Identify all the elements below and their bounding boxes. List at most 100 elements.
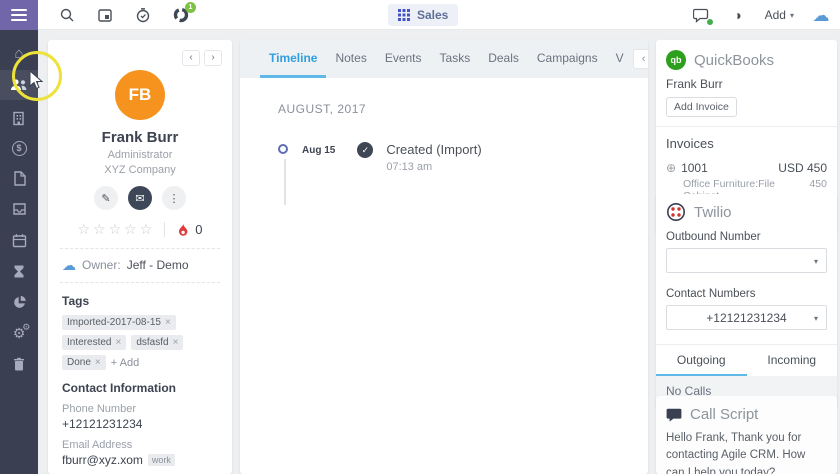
owner-name[interactable]: Jeff - Demo — [127, 258, 189, 272]
email-label: Email Address — [62, 439, 133, 451]
tab-truncated[interactable]: V — [607, 40, 633, 78]
edit-button[interactable]: ✎ — [94, 186, 118, 210]
contacts-icon — [11, 79, 27, 90]
trash-icon — [14, 357, 24, 371]
tab-notes[interactable]: Notes — [326, 40, 375, 78]
star-icon[interactable]: ☆ — [93, 221, 106, 238]
divider — [164, 222, 166, 237]
topbar-right-group: ◑ Add ▾ ☁ — [693, 0, 830, 30]
contact-actions: ✎ ✉ ⋮ — [48, 186, 232, 210]
timeline-entry-time: 07:13 am — [386, 161, 433, 173]
outbound-number-label: Outbound Number — [666, 231, 761, 243]
grid-icon — [398, 9, 410, 21]
contact-score: 0 — [195, 222, 203, 237]
pie-chart-icon — [13, 295, 26, 308]
timeline-connector — [284, 159, 286, 205]
reports-notification-icon[interactable]: 1 — [172, 2, 196, 24]
sidebar-item-trash[interactable] — [0, 349, 38, 379]
add-invoice-button[interactable]: Add Invoice — [666, 97, 737, 117]
tab-events[interactable]: Events — [376, 40, 431, 78]
add-tag-button[interactable]: + Add — [111, 357, 139, 369]
sidebar-item-reports[interactable] — [0, 287, 38, 317]
expand-invoice-icon[interactable]: ⊕ — [666, 161, 676, 175]
star-icon[interactable]: ☆ — [77, 221, 90, 238]
owner-cloud-icon: ☁ — [62, 257, 76, 273]
calls-tabbar: Outgoing Incoming — [656, 344, 837, 376]
more-options-button[interactable]: ⋮ — [162, 186, 186, 210]
owner-label: Owner: — [82, 258, 121, 272]
sidebar-item-home[interactable]: ⌂ — [0, 38, 38, 68]
avatar: FB — [115, 70, 165, 120]
call-script-widget: Call Script Hello Frank, Thank you for c… — [656, 396, 837, 474]
invoice-number: 1001 — [681, 161, 708, 175]
hourglass-icon — [14, 265, 24, 277]
online-status-dot — [706, 19, 713, 25]
contrast-icon[interactable]: ◑ — [729, 6, 747, 24]
sidebar-item-deals[interactable]: $ — [0, 133, 38, 163]
tab-campaigns[interactable]: Campaigns — [528, 40, 607, 78]
chat-icon[interactable] — [693, 6, 713, 25]
add-dropdown[interactable]: Add ▾ — [765, 8, 794, 22]
contact-name: Frank Burr — [101, 129, 179, 146]
sidebar-item-calendar[interactable] — [0, 225, 38, 255]
notification-badge: 1 — [185, 2, 196, 13]
contact-info-title: Contact Information — [62, 381, 176, 395]
tag: Done × — [62, 355, 106, 370]
star-icon[interactable]: ☆ — [124, 221, 137, 238]
speech-bubble-icon — [666, 408, 682, 422]
star-icon[interactable]: ☆ — [140, 221, 153, 238]
contact-role: Administrator — [107, 149, 173, 161]
sidebar-item-activities[interactable] — [0, 256, 38, 286]
gear-icon: ⚙ ⚙ — [12, 322, 31, 341]
tag-remove-icon[interactable]: × — [115, 337, 121, 348]
tab-tasks[interactable]: Tasks — [431, 40, 480, 78]
next-contact-button[interactable]: › — [204, 50, 222, 66]
timer-icon[interactable] — [134, 6, 152, 24]
prev-contact-button[interactable]: ‹ — [182, 50, 200, 66]
timeline-entry-title[interactable]: Created (Import) — [386, 142, 481, 157]
sales-app-button[interactable]: Sales — [388, 4, 459, 26]
calendar-icon[interactable] — [96, 6, 114, 24]
timeline-entry: Aug 15 ✓ Created (Import) 07:13 am — [278, 142, 648, 205]
sidebar-item-companies[interactable] — [0, 103, 38, 133]
timeline-entry-body: Created (Import) 07:13 am — [386, 142, 481, 173]
email-value[interactable]: fburr@xyz.xom work — [48, 451, 232, 467]
contact-company[interactable]: XYZ Company — [48, 164, 232, 176]
tab-outgoing[interactable]: Outgoing — [656, 345, 747, 376]
twilio-header: Twilio — [666, 202, 827, 222]
sidebar-item-contacts[interactable] — [0, 70, 38, 100]
email-type-badge: work — [147, 454, 175, 466]
agile-cloud-logo-icon[interactable]: ☁ — [812, 6, 830, 24]
star-icon[interactable]: ☆ — [109, 221, 122, 238]
search-icon[interactable] — [58, 6, 76, 24]
timeline-month-header: AUGUST, 2017 — [278, 102, 367, 116]
tab-deals[interactable]: Deals — [479, 40, 528, 78]
tag: dsfasfd × — [131, 335, 184, 350]
tab-incoming[interactable]: Incoming — [747, 345, 838, 376]
email-button[interactable]: ✉ — [128, 186, 152, 210]
activity-panel: Timeline Notes Events Tasks Deals Campai… — [240, 40, 648, 474]
contact-pager: ‹ › — [182, 50, 222, 66]
divider — [656, 126, 837, 127]
tab-timeline[interactable]: Timeline — [260, 40, 327, 78]
sidebar-item-documents[interactable] — [0, 163, 38, 193]
tags-title: Tags — [62, 294, 90, 308]
tag-remove-icon[interactable]: × — [95, 357, 101, 368]
contact-number-select[interactable]: +12121231234 ▾ — [666, 305, 827, 330]
timeline-dot — [278, 144, 288, 154]
tag-remove-icon[interactable]: × — [165, 317, 171, 328]
outbound-number-select[interactable]: ▾ — [666, 248, 827, 273]
menu-icon[interactable] — [0, 0, 38, 30]
phone-value[interactable]: +12121231234 — [48, 415, 232, 431]
activity-tabbar: Timeline Notes Events Tasks Deals Campai… — [240, 40, 648, 78]
owner-row: ☁ Owner: Jeff - Demo — [48, 249, 232, 272]
chevron-down-icon: ▾ — [813, 257, 818, 266]
tag-remove-icon[interactable]: × — [173, 337, 179, 348]
tabs-scroll-left-button[interactable]: ‹ — [632, 49, 648, 69]
sidebar-item-settings[interactable]: ⚙ ⚙ — [0, 318, 38, 348]
dots-icon: ⋮ — [168, 192, 180, 205]
sidebar-item-inbox[interactable] — [0, 194, 38, 224]
document-icon — [13, 170, 26, 186]
tab-scroll-buttons: ‹ › — [632, 40, 648, 78]
inbox-icon — [12, 203, 26, 215]
